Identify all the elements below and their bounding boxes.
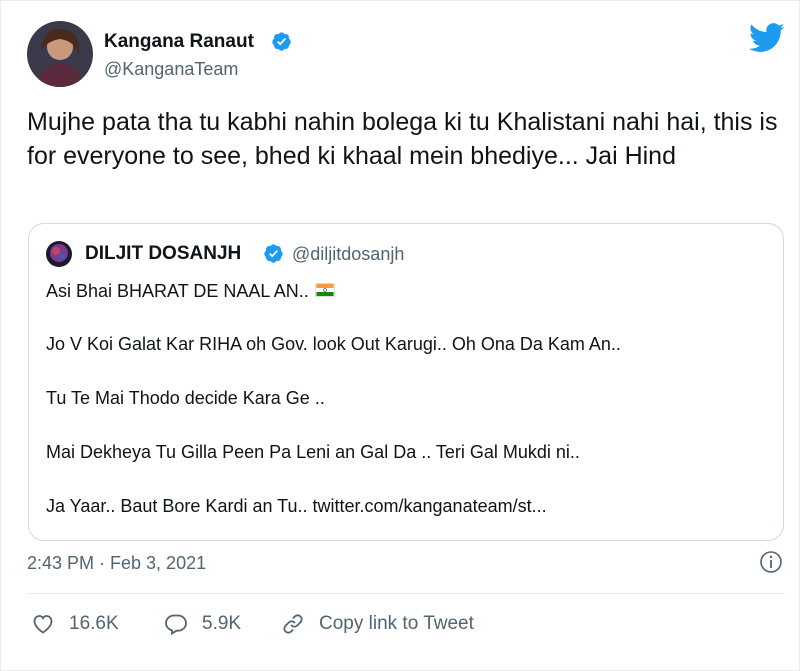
twitter-bird-icon[interactable] bbox=[749, 23, 785, 53]
tweet-card: Kangana Ranaut @KanganaTeam Mujhe pata t… bbox=[0, 0, 800, 671]
like-button[interactable]: 16.6K bbox=[31, 610, 119, 638]
tweet-text: Mujhe pata tha tu kabhi nahin bolega ki … bbox=[27, 108, 778, 170]
quoted-text-line: Asi Bhai BHARAT DE NAAL AN.. bbox=[46, 281, 335, 302]
verified-badge-icon bbox=[272, 32, 291, 51]
india-flag-icon bbox=[314, 283, 335, 298]
like-count: 16.6K bbox=[69, 613, 119, 634]
quoted-text: Asi Bhai BHARAT DE NAAL AN.. bbox=[46, 281, 309, 301]
reply-button[interactable]: 5.9K bbox=[164, 610, 241, 638]
quoted-text-line: Jo V Koi Galat Kar RIHA oh Gov. look Out… bbox=[46, 334, 621, 354]
reply-bubble-icon bbox=[165, 614, 187, 636]
tweet-timestamp[interactable]: 2:43 PM · Feb 3, 2021 bbox=[27, 553, 206, 574]
heart-icon bbox=[33, 615, 53, 634]
info-icon[interactable] bbox=[759, 550, 783, 574]
author-handle[interactable]: @KanganaTeam bbox=[104, 59, 238, 80]
quoted-author-name[interactable]: DILJIT DOSANJH bbox=[85, 243, 241, 265]
quoted-text-line: Mai Dekheya Tu Gilla Peen Pa Leni an Gal… bbox=[46, 442, 580, 462]
verified-badge-icon bbox=[264, 244, 283, 263]
quoted-author-handle[interactable]: @diljitdosanjh bbox=[292, 244, 404, 265]
copy-link-label: Copy link to Tweet bbox=[319, 613, 474, 634]
author-name[interactable]: Kangana Ranaut bbox=[104, 31, 254, 53]
link-icon bbox=[283, 614, 303, 634]
quoted-tweet[interactable]: DILJIT DOSANJH @diljitdosanjh Asi Bhai B… bbox=[28, 223, 784, 541]
quoted-text-line: Tu Te Mai Thodo decide Kara Ge .. bbox=[46, 388, 325, 408]
copy-link-button[interactable]: Copy link to Tweet bbox=[281, 610, 474, 638]
quoted-avatar[interactable] bbox=[46, 241, 72, 267]
quoted-text-line[interactable]: Ja Yaar.. Baut Bore Kardi an Tu.. twitte… bbox=[46, 496, 547, 517]
divider bbox=[27, 593, 785, 594]
avatar[interactable] bbox=[27, 21, 93, 87]
reply-count: 5.9K bbox=[202, 613, 242, 634]
